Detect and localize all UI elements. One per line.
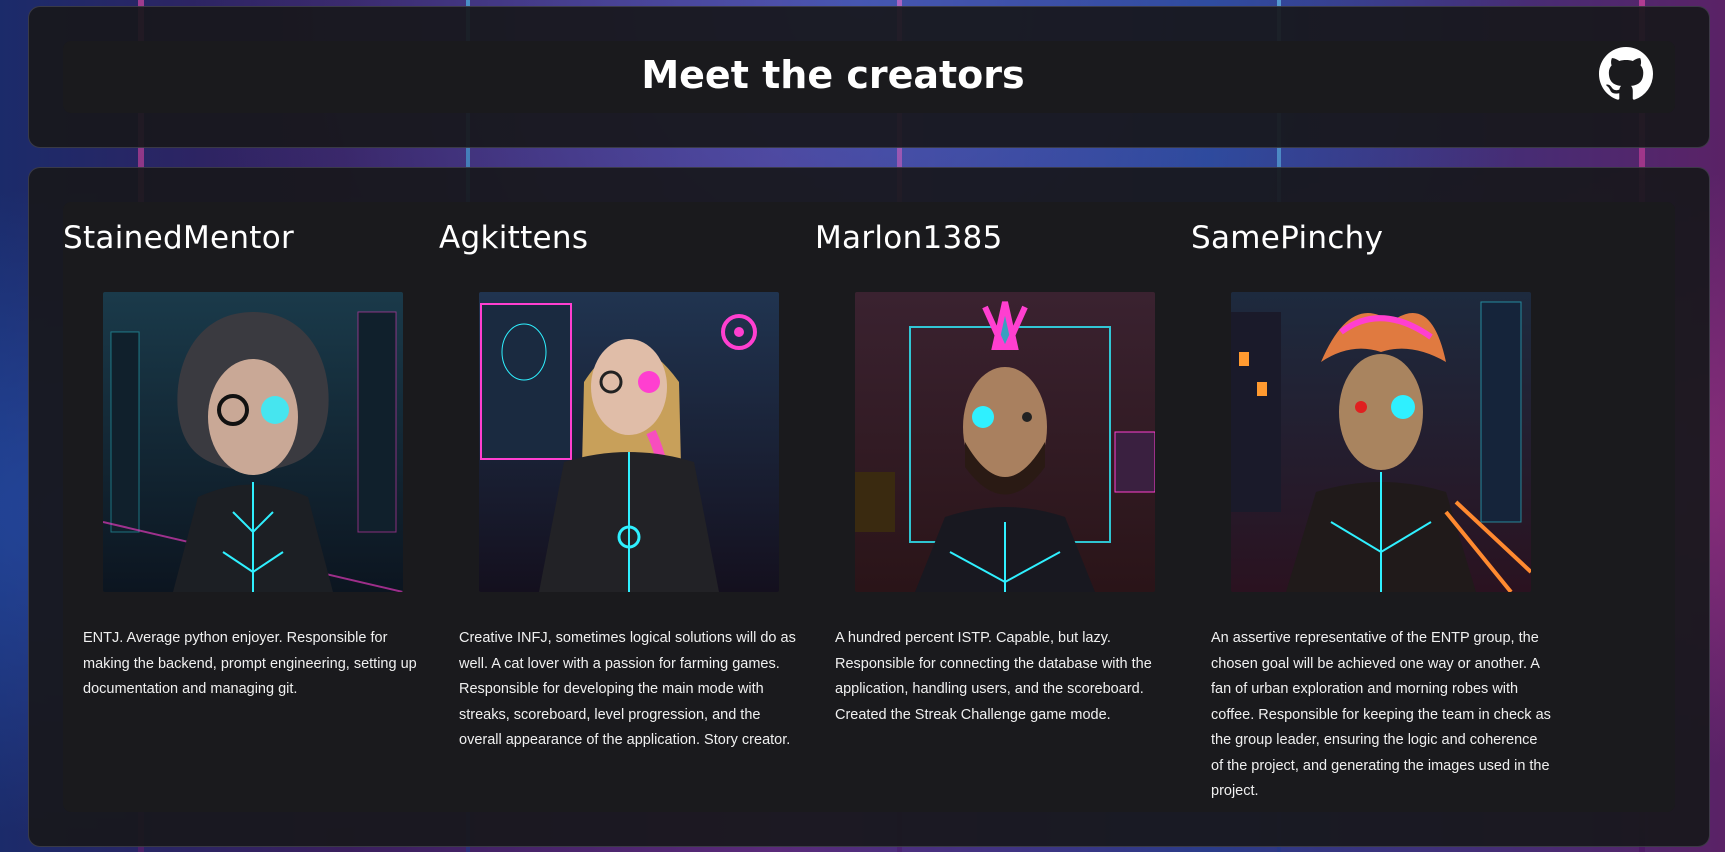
github-icon[interactable]	[1599, 47, 1653, 101]
creator-name: Agkittens	[439, 220, 589, 256]
creators-grid: StainedMentor ENTJ. Average python enjoy…	[63, 202, 1675, 812]
creator-name: SamePinchy	[1191, 220, 1384, 256]
portrait-image	[1231, 292, 1531, 592]
portrait-image	[103, 292, 403, 592]
portrait-image	[855, 292, 1155, 592]
creator-bio: An assertive representative of the ENTP …	[1211, 630, 1551, 799]
creator-name: Marlon1385	[815, 220, 1003, 256]
creator-bio: A hundred percent ISTP. Capable, but laz…	[835, 630, 1152, 723]
portrait-image	[479, 292, 779, 592]
header-bar: Meet the creators	[63, 41, 1675, 113]
header-panel: Meet the creators	[28, 6, 1710, 148]
creator-name: StainedMentor	[63, 220, 295, 256]
creator-bio: ENTJ. Average python enjoyer. Responsibl…	[83, 630, 417, 697]
creators-panel: StainedMentor ENTJ. Average python enjoy…	[28, 167, 1710, 847]
page-title: Meet the creators	[641, 53, 1025, 97]
creator-bio: Creative INFJ, sometimes logical solutio…	[459, 630, 796, 748]
